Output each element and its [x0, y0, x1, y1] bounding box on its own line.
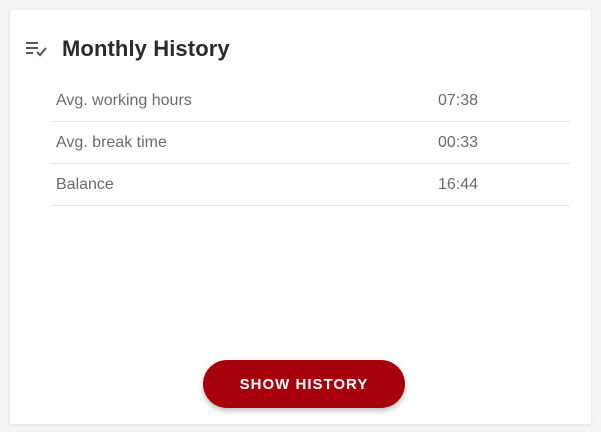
stat-value: 00:33 — [438, 133, 479, 151]
stats-list: Avg. working hours 07:38 Avg. break time… — [52, 80, 570, 206]
playlist-check-icon — [26, 40, 48, 58]
stat-row-balance: Balance 16:44 — [52, 164, 570, 206]
stat-label: Balance — [56, 175, 114, 193]
stat-row-working-hours: Avg. working hours 07:38 — [52, 80, 570, 122]
stat-value: 07:38 — [438, 91, 479, 109]
stat-value: 16:44 — [438, 175, 479, 193]
show-history-button[interactable]: SHOW HISTORY — [203, 360, 405, 408]
stat-label: Avg. break time — [56, 133, 167, 151]
monthly-history-card: Monthly History Avg. working hours 07:38… — [10, 10, 591, 424]
stat-row-break-time: Avg. break time 00:33 — [52, 122, 570, 164]
stat-label: Avg. working hours — [56, 91, 192, 109]
card-title: Monthly History — [62, 36, 230, 61]
card-header: Monthly History — [26, 36, 230, 62]
